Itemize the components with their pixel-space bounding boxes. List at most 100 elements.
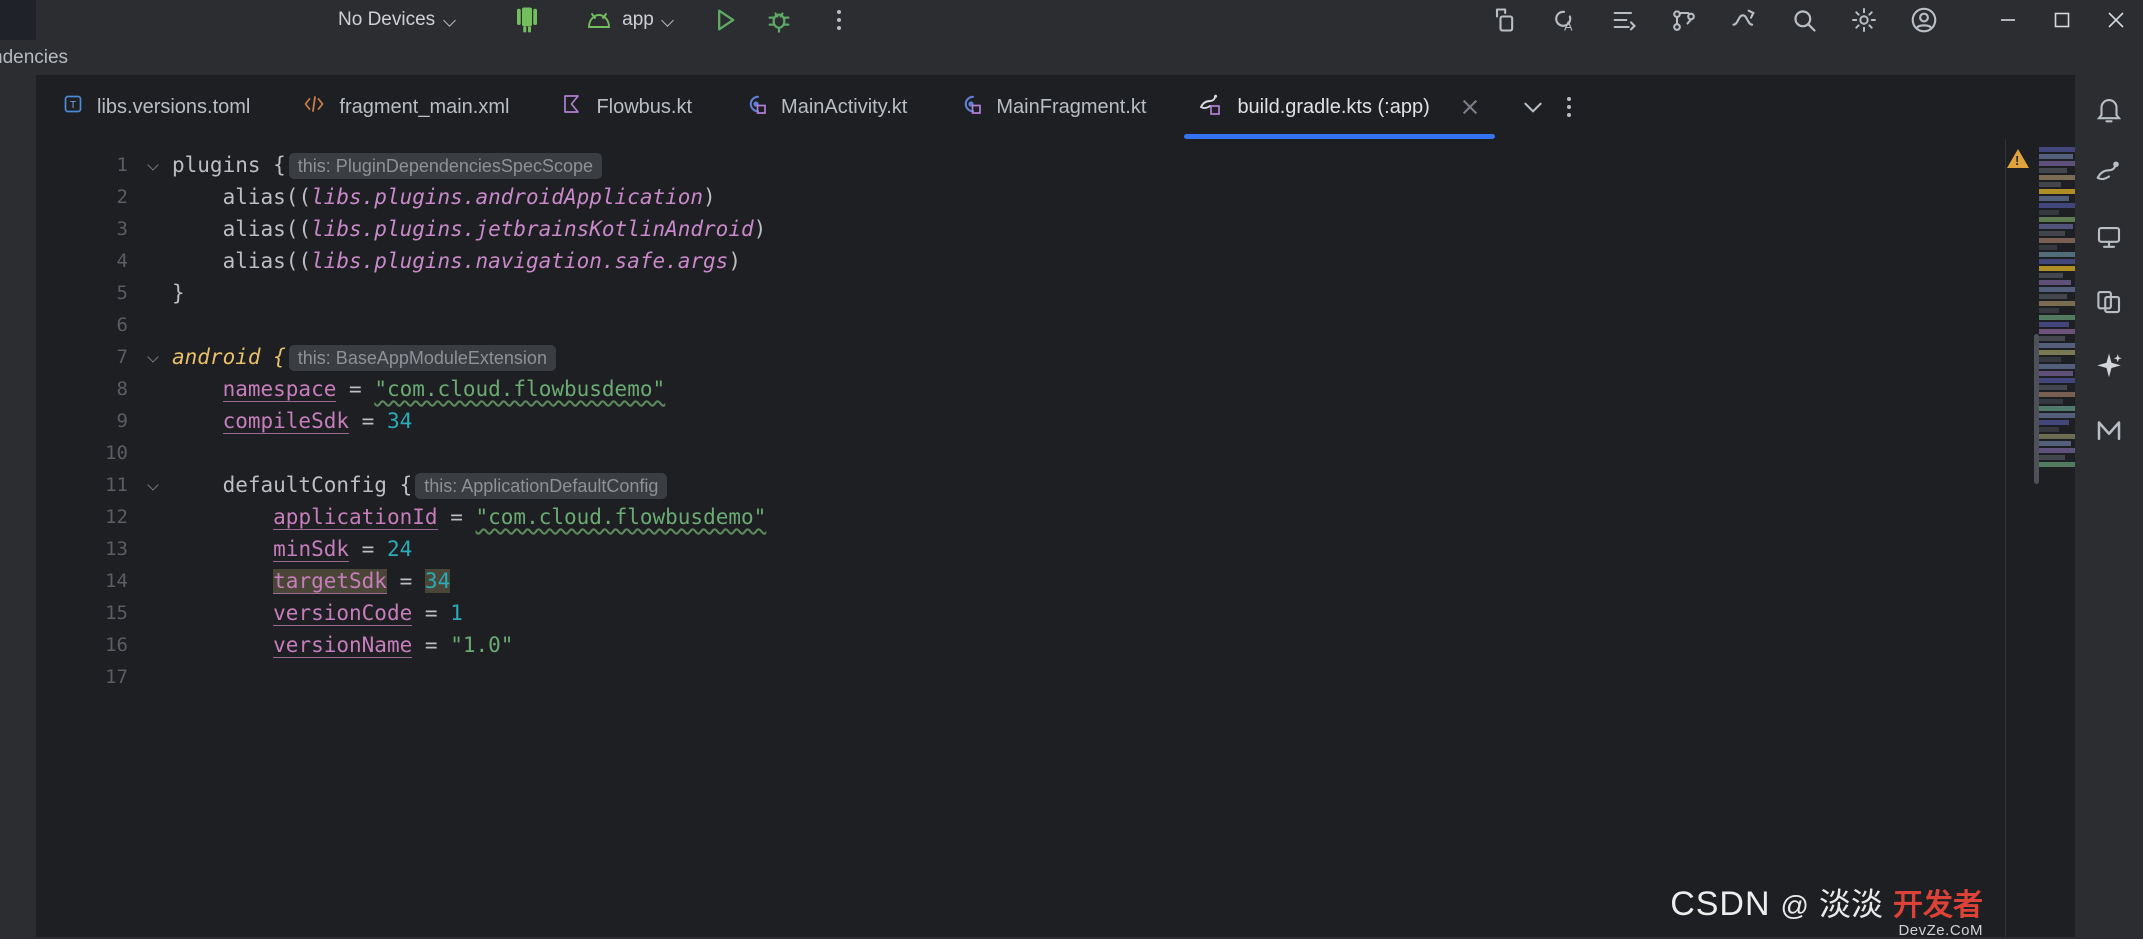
paren-close: ) xyxy=(754,217,767,241)
operator-equals: = xyxy=(362,409,375,433)
tab-list-chevron-down-icon[interactable] xyxy=(1515,89,1551,125)
main-toolbar: No Devices app xyxy=(0,0,2143,40)
right-tool-rail xyxy=(2075,75,2143,937)
warning-triangle-icon[interactable] xyxy=(2007,149,2029,168)
paren-close: ) xyxy=(728,249,741,273)
line-number: 10 xyxy=(36,437,136,469)
code-with-me-icon[interactable]: A xyxy=(1545,3,1583,37)
code-token-number: 34 xyxy=(425,569,450,593)
fold-toggle-line-11[interactable] xyxy=(136,469,172,501)
editor-tab-label: Flowbus.kt xyxy=(596,96,692,119)
makefile-m-icon[interactable] xyxy=(2086,409,2132,451)
close-icon[interactable] xyxy=(1459,96,1481,118)
maximize-button[interactable] xyxy=(2035,0,2089,40)
kotlin-class-icon xyxy=(744,92,768,122)
close-button[interactable] xyxy=(2089,0,2143,40)
xml-file-icon xyxy=(302,93,326,121)
minimize-button[interactable] xyxy=(1981,0,2035,40)
device-manager-icon[interactable] xyxy=(1485,3,1523,37)
inlay-hint-plugins: this: PluginDependenciesSpecScope xyxy=(289,153,602,179)
debug-button[interactable] xyxy=(760,3,798,37)
code-token-defaultconfig: defaultConfig { xyxy=(223,473,413,497)
line-number: 8 xyxy=(36,373,136,405)
more-vertical-icon[interactable] xyxy=(820,3,858,37)
code-text-area[interactable]: plugins {this: PluginDependenciesSpecSco… xyxy=(172,139,2143,937)
line-number: 2 xyxy=(36,181,136,213)
code-token-number: 34 xyxy=(387,409,412,433)
code-line-7: android {this: BaseAppModuleExtension xyxy=(172,341,2143,373)
chevron-down-icon xyxy=(148,159,161,172)
editor-tab-label: MainFragment.kt xyxy=(996,96,1146,119)
toolbar-right-group: A xyxy=(1463,0,2143,40)
paren-close: ) xyxy=(703,185,716,209)
resource-manager-icon[interactable] xyxy=(2086,281,2132,323)
notifications-bell-icon[interactable] xyxy=(2086,89,2132,131)
android-robot-icon[interactable] xyxy=(508,3,546,37)
device-manager-icon[interactable] xyxy=(2086,153,2132,195)
code-token-alias: alias( xyxy=(172,249,298,273)
editor-tab-flowbus-kt[interactable]: Flowbus.kt xyxy=(535,75,718,139)
fold-toggle-line-1[interactable] xyxy=(136,149,172,181)
line-number: 5 xyxy=(36,277,136,309)
pull-requests-icon[interactable] xyxy=(1665,3,1703,37)
line-number: 13 xyxy=(36,533,136,565)
code-line-17 xyxy=(172,661,2143,693)
run-button[interactable] xyxy=(706,3,744,37)
code-token-string: "com.cloud.flowbusdemo" xyxy=(374,377,665,401)
code-token-ref: libs.plugins.navigation.safe.args xyxy=(311,249,728,273)
search-everywhere-icon[interactable] xyxy=(1785,3,1823,37)
updating-icon[interactable] xyxy=(1725,3,1763,37)
tabbar-controls xyxy=(1507,75,1595,139)
svg-text:T: T xyxy=(70,100,76,111)
settings-gear-icon[interactable] xyxy=(1845,3,1883,37)
gradle-elephant-icon[interactable] xyxy=(2086,217,2132,259)
line-number: 1 xyxy=(36,149,136,181)
run-configuration-selector[interactable]: app xyxy=(584,3,676,37)
inlay-hint-android: this: BaseAppModuleExtension xyxy=(289,345,556,371)
code-line-14: targetSdk = 34 xyxy=(172,565,2143,597)
account-avatar-icon[interactable] xyxy=(1905,3,1943,37)
gemini-sparkle-icon[interactable] xyxy=(2086,345,2132,387)
paren-open: ( xyxy=(298,185,311,209)
commit-icon[interactable] xyxy=(1605,3,1643,37)
editor-tab-build-gradle-kts[interactable]: build.gradle.kts (:app) xyxy=(1172,75,1506,139)
line-number: 6 xyxy=(36,309,136,341)
breadcrumb-bar: ndencies xyxy=(0,40,2143,75)
chevron-down-icon xyxy=(662,13,676,27)
code-token-namespace: namespace xyxy=(223,377,337,402)
device-selector[interactable]: No Devices xyxy=(330,6,466,34)
code-token-alias: alias( xyxy=(172,217,298,241)
editor-left-rail xyxy=(0,139,36,937)
inlay-hint-defaultconfig: this: ApplicationDefaultConfig xyxy=(415,473,667,499)
device-selector-label: No Devices xyxy=(338,9,435,31)
code-token-minsdk: minSdk xyxy=(273,537,349,562)
code-line-6 xyxy=(172,309,2143,341)
code-token-plugins: plugins { xyxy=(172,153,286,177)
breadcrumb[interactable]: ndencies xyxy=(0,47,68,69)
line-number: 4 xyxy=(36,245,136,277)
window-controls xyxy=(1981,0,2143,40)
editor-tab-label: fragment_main.xml xyxy=(339,96,509,119)
code-token-number: 24 xyxy=(387,537,412,561)
kotlin-file-icon xyxy=(561,93,583,121)
code-line-1: plugins {this: PluginDependenciesSpecSco… xyxy=(172,149,2143,181)
operator-equals: = xyxy=(425,601,438,625)
fold-toggle-line-7[interactable] xyxy=(136,341,172,373)
paren-open: ( xyxy=(298,249,311,273)
code-token-versionname: versionName xyxy=(273,633,412,658)
editor-tab-mainfragment-kt[interactable]: MainFragment.kt xyxy=(933,75,1172,139)
tab-options-more-vertical-icon[interactable] xyxy=(1551,89,1587,125)
code-line-3: alias((libs.plugins.jetbrainsKotlinAndro… xyxy=(172,213,2143,245)
kotlin-class-icon xyxy=(959,92,983,122)
code-token-ref: libs.plugins.jetbrainsKotlinAndroid xyxy=(311,217,754,241)
editor-tab-libs-versions-toml[interactable]: T libs.versions.toml xyxy=(36,75,276,139)
editor-tab-fragment-main-xml[interactable]: fragment_main.xml xyxy=(276,75,535,139)
code-line-15: versionCode = 1 xyxy=(172,597,2143,629)
editor-tab-mainactivity-kt[interactable]: MainActivity.kt xyxy=(718,75,933,139)
gradle-file-icon xyxy=(1198,92,1224,122)
code-token-brace: } xyxy=(172,281,185,305)
tabbar-left-pad xyxy=(0,75,36,139)
paren-open: ( xyxy=(298,217,311,241)
editor-tab-label: MainActivity.kt xyxy=(781,96,907,119)
error-stripe-column[interactable] xyxy=(2005,139,2039,937)
